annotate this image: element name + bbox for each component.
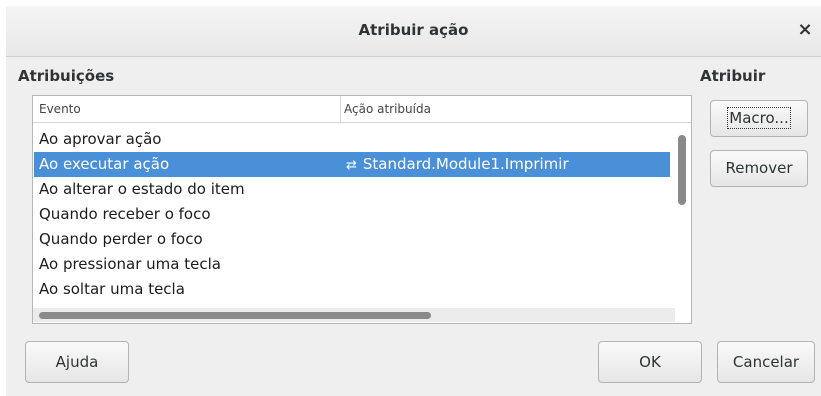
ok-button-label: OK	[639, 353, 661, 371]
event-label: Quando perder o foco	[39, 230, 203, 248]
remove-button[interactable]: Remover	[710, 150, 808, 187]
cancel-button[interactable]: Cancelar	[717, 341, 815, 383]
help-button[interactable]: Ajuda	[25, 341, 129, 383]
column-header-event[interactable]: Evento	[39, 102, 81, 116]
column-separator	[340, 96, 341, 122]
event-label: Ao alterar o estado do item	[39, 180, 245, 198]
event-label: Ao soltar uma tecla	[39, 280, 185, 298]
remove-button-label: Remover	[725, 159, 793, 177]
assign-heading: Atribuir	[700, 67, 766, 85]
macro-button-label: Macro...	[727, 107, 791, 129]
title-bar: Atribuir ação ×	[6, 6, 821, 57]
list-item[interactable]: Ao pressionar uma tecla	[34, 252, 670, 277]
event-label: Ao executar ação	[39, 155, 170, 173]
event-label: Ao pressionar uma tecla	[39, 255, 221, 273]
column-header-action[interactable]: Ação atribuída	[344, 102, 431, 116]
help-button-label: Ajuda	[55, 353, 99, 371]
list-item[interactable]: Ao alterar o estado do item	[34, 177, 670, 202]
assign-action-dialog: Atribuir ação × Atribuições Atribuir Eve…	[6, 6, 821, 396]
list-item[interactable]: Ao aprovar ação	[34, 127, 670, 152]
assigned-action-label: Standard.Module1.Imprimir	[362, 155, 569, 173]
list-header: Evento Ação atribuída	[33, 96, 691, 123]
list-item[interactable]: Quando perder o foco	[34, 227, 670, 252]
assignments-list[interactable]: Evento Ação atribuída Ao aprovar ação Ao…	[32, 95, 692, 324]
dialog-title: Atribuir ação	[358, 21, 469, 39]
assigned-action: ⇄ Standard.Module1.Imprimir	[346, 152, 569, 178]
list-item[interactable]: Quando receber o foco	[34, 202, 670, 227]
cancel-button-label: Cancelar	[732, 353, 800, 371]
list-item[interactable]: Ao soltar uma tecla	[34, 277, 670, 302]
macro-button[interactable]: Macro...	[710, 100, 808, 137]
list-item-selected[interactable]: Ao executar ação ⇄ Standard.Module1.Impri…	[34, 152, 670, 177]
ok-button[interactable]: OK	[598, 341, 702, 383]
event-label: Ao aprovar ação	[39, 130, 162, 148]
assignments-heading: Atribuições	[18, 67, 115, 85]
vertical-scrollbar-thumb[interactable]	[678, 135, 686, 205]
close-icon[interactable]: ×	[795, 20, 815, 40]
horizontal-scrollbar-thumb[interactable]	[39, 312, 431, 319]
event-label: Quando receber o foco	[39, 205, 211, 223]
macro-link-icon: ⇄	[346, 158, 357, 173]
